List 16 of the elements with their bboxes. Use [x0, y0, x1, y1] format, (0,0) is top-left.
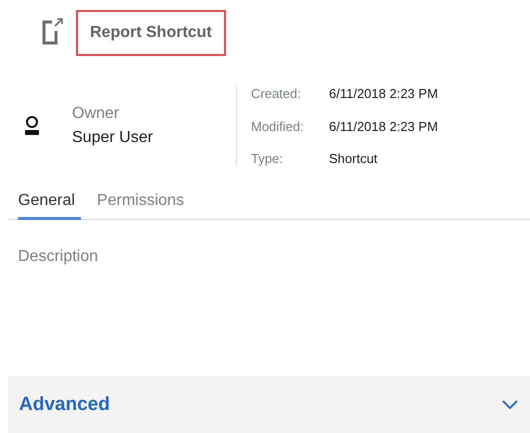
shortcut-icon: [42, 17, 64, 45]
property-label: Type:: [251, 151, 284, 166]
property-label: Modified:: [251, 118, 305, 134]
user-icon: [24, 116, 40, 136]
tab[interactable]: General: [18, 192, 81, 220]
chevron-icon[interactable]: [502, 400, 518, 410]
owner-name: Super User: [72, 129, 153, 147]
owner-label: Owner: [72, 105, 120, 123]
advanced-label[interactable]: Advanced: [19, 394, 110, 416]
property-value: 6/11/2018 2:23 PM: [329, 118, 438, 134]
property-label: Created:: [251, 86, 302, 101]
advanced-section[interactable]: Advanced: [8, 376, 530, 433]
property-value: Shortcut: [329, 151, 378, 166]
report-title: Report Shortcut: [76, 10, 226, 56]
property-value: 6/11/2018 2:23 PM: [329, 86, 438, 101]
tab[interactable]: Permissions: [96, 192, 192, 220]
